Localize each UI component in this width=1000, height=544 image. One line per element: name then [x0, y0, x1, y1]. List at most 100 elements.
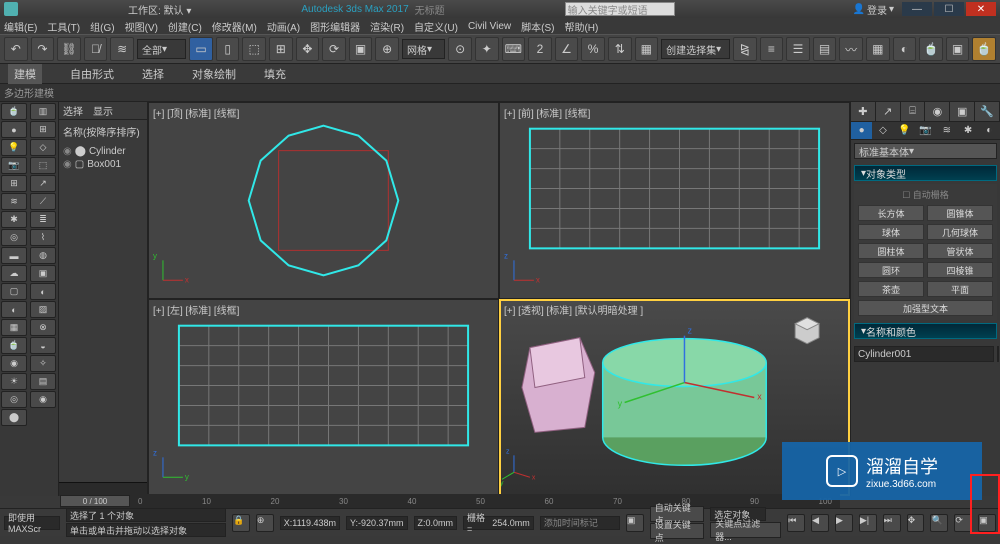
scene-tab-select[interactable]: 选择	[63, 103, 83, 118]
time-slider-thumb[interactable]: 0 / 100	[60, 495, 130, 507]
maximize-button[interactable]: ☐	[934, 2, 964, 16]
nav-pan-icon[interactable]: ✥	[907, 514, 925, 532]
play-prev-icon[interactable]: ◀	[811, 514, 829, 532]
selection-filter[interactable]: 全部 ▾	[137, 39, 186, 59]
redo-button[interactable]: ↷	[31, 37, 55, 61]
sub-cameras-icon[interactable]: 📷	[915, 122, 936, 139]
lt-k8-icon[interactable]: ◉	[1, 355, 27, 372]
layers-button[interactable]: ☰	[786, 37, 810, 61]
schematic-button[interactable]: ▦	[866, 37, 890, 61]
menu-create[interactable]: 创建(C)	[168, 19, 202, 34]
rollout-name-color[interactable]: ▾ 名称和颜色	[854, 323, 997, 339]
rect-region-icon[interactable]: ⬚	[242, 37, 266, 61]
menu-graph[interactable]: 图形编辑器	[310, 19, 360, 34]
time-slider[interactable]: 0 / 100 0102030405060708090100	[60, 494, 840, 508]
cmd-tab-create[interactable]: ✚	[851, 102, 876, 121]
lt-k3-icon[interactable]: ☁	[1, 265, 27, 282]
lt-k9-icon[interactable]: ◎	[1, 391, 27, 408]
toggle-ribbon-button[interactable]: ▤	[813, 37, 837, 61]
btn-plane[interactable]: 平面	[927, 281, 993, 297]
ribbon-selection[interactable]: 选择	[142, 66, 164, 82]
lt-space-icon[interactable]: ≋	[1, 193, 27, 210]
viewport-top[interactable]: [+] [顶] [标准] [线框] y x	[149, 103, 498, 298]
play-end-icon[interactable]: ⏭	[883, 514, 901, 532]
menu-animation[interactable]: 动画(A)	[267, 19, 300, 34]
rotate-button[interactable]: ⟳	[322, 37, 346, 61]
sub-geometry-icon[interactable]: ●	[851, 122, 872, 139]
lt-teapot-icon[interactable]: 🍵	[1, 103, 27, 120]
cmd-tab-hierarchy[interactable]: ⌸	[901, 102, 926, 121]
lt-k2-icon[interactable]: ▬	[1, 247, 27, 264]
lt-r11-icon[interactable]: ◐	[30, 283, 56, 300]
window-crossing-icon[interactable]: ⊞	[269, 37, 293, 61]
sub-systems-icon[interactable]: ◐	[979, 122, 1000, 139]
ribbon-modeling[interactable]: 建模	[8, 64, 42, 84]
category-dropdown[interactable]: 标准基本体 ▾	[854, 143, 997, 159]
manip-button[interactable]: ✦	[475, 37, 499, 61]
scene-item-box[interactable]: ◉▢Box001	[63, 158, 143, 171]
viewport-left[interactable]: [+] [左] [标准] [线框] z y	[149, 300, 498, 495]
lt-light-icon[interactable]: 💡	[1, 139, 27, 156]
lt-r16-icon[interactable]: ▤	[30, 373, 56, 390]
ref-coord-dropdown[interactable]: 网格 ▾	[402, 39, 445, 59]
btn-cylinder[interactable]: 圆柱体	[858, 243, 924, 259]
sub-shapes-icon[interactable]: ◇	[872, 122, 893, 139]
cylinder-object[interactable]: x y z	[603, 326, 767, 466]
material-editor-button[interactable]: ◐	[893, 37, 917, 61]
ribbon-objectpaint[interactable]: 对象绘制	[192, 66, 236, 82]
btn-sphere[interactable]: 球体	[858, 224, 924, 240]
edit-sets-button[interactable]: ▦	[635, 37, 659, 61]
object-color-swatch[interactable]	[997, 346, 999, 362]
menu-civil[interactable]: Civil View	[468, 21, 511, 32]
play-next-icon[interactable]: ▶|	[859, 514, 877, 532]
selection-set-dropdown[interactable]: 创建选择集 ▾	[661, 39, 730, 59]
mirror-button[interactable]: ⧎	[733, 37, 757, 61]
curve-editor-button[interactable]: 〰	[839, 37, 863, 61]
placement-button[interactable]: ⊕	[375, 37, 399, 61]
login-button[interactable]: 👤登录 ▾	[853, 2, 894, 17]
viewport-front[interactable]: [+] [前] [标准] [线框] z x	[500, 103, 849, 298]
viewport-top-label[interactable]: [+] [顶] [标准] [线框]	[153, 105, 239, 120]
lt-r17-icon[interactable]: ◉	[30, 391, 56, 408]
menu-modifiers[interactable]: 修改器(M)	[212, 19, 257, 34]
cmd-tab-utilities[interactable]: 🔧	[975, 102, 1000, 121]
setkey-button[interactable]: 设置关键点	[650, 523, 705, 539]
lt-camera-icon[interactable]: 📷	[1, 157, 27, 174]
ribbon-populate[interactable]: 填充	[264, 66, 286, 82]
ribbon-freeform[interactable]: 自由形式	[70, 66, 114, 82]
keyboard-shortcut-icon[interactable]: ⌨	[502, 37, 526, 61]
lt-r6-icon[interactable]: ⟋	[30, 193, 56, 210]
spinner-snap-button[interactable]: ⇅	[608, 37, 632, 61]
render-button[interactable]: 🍵	[972, 37, 996, 61]
cmd-tab-modify[interactable]: ↗	[876, 102, 901, 121]
bind-button[interactable]: ≋	[110, 37, 134, 61]
menu-custom[interactable]: 自定义(U)	[414, 19, 458, 34]
play-start-icon[interactable]: ⏮	[787, 514, 805, 532]
sub-space-icon[interactable]: ✱	[957, 122, 978, 139]
autogrid-checkbox[interactable]: ☐ 自动栅格	[858, 188, 993, 201]
minimize-button[interactable]: —	[902, 2, 932, 16]
percent-snap-button[interactable]: %	[581, 37, 605, 61]
play-button-icon[interactable]: ▶	[835, 514, 853, 532]
unlink-button[interactable]: ⛓̸	[84, 37, 108, 61]
sub-helpers-icon[interactable]: ≋	[936, 122, 957, 139]
lt-k1-icon[interactable]: ◎	[1, 229, 27, 246]
object-name-input[interactable]	[854, 346, 994, 362]
align-button[interactable]: ≡	[760, 37, 784, 61]
menu-view[interactable]: 视图(V)	[125, 19, 158, 34]
sub-lights-icon[interactable]: 💡	[894, 122, 915, 139]
menu-help[interactable]: 帮助(H)	[564, 19, 598, 34]
btn-cone[interactable]: 圆锥体	[927, 205, 993, 221]
btn-torus[interactable]: 圆环	[858, 262, 924, 278]
menu-tools[interactable]: 工具(T)	[47, 19, 80, 34]
menu-render[interactable]: 渲染(R)	[370, 19, 404, 34]
render-frame-button[interactable]: ▣	[946, 37, 970, 61]
scene-item-cylinder[interactable]: ◉⬤Cylinder	[63, 145, 143, 158]
lt-r10-icon[interactable]: ▣	[30, 265, 56, 282]
lt-helper-icon[interactable]: ⊞	[1, 175, 27, 192]
btn-tube[interactable]: 管状体	[927, 243, 993, 259]
lt-r1-icon[interactable]: ▥	[30, 103, 56, 120]
lt-r7-icon[interactable]: ≣	[30, 211, 56, 228]
viewport-front-label[interactable]: [+] [前] [标准] [线框]	[504, 105, 590, 120]
select-button[interactable]: ▭	[189, 37, 213, 61]
